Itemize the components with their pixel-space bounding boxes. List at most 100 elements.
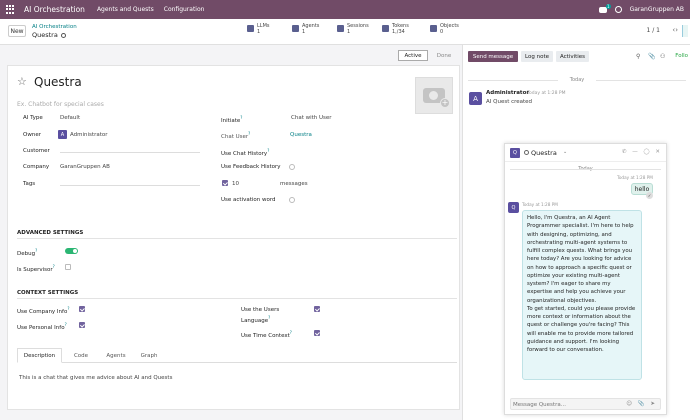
tab-graph[interactable]: Graph: [135, 348, 163, 363]
advanced-divider: [17, 238, 457, 239]
chat-window: Q Questra ⌄ ✆ — ◯ ✕ Today Today at 1:28 …: [504, 143, 667, 415]
debug-help-icon[interactable]: ?: [35, 248, 37, 253]
notebook-tabs: Description Code Agents Graph: [17, 348, 457, 363]
tab-code[interactable]: Code: [69, 348, 93, 363]
use-company-info-checkbox[interactable]: [79, 306, 85, 312]
use-time-context-checkbox[interactable]: [314, 330, 320, 336]
tab-agents[interactable]: Agents: [101, 348, 131, 363]
bot-avatar[interactable]: Q: [508, 202, 519, 213]
is-supervisor-checkbox[interactable]: [65, 264, 71, 270]
tags-field[interactable]: [60, 179, 200, 186]
followers-icon[interactable]: ⚇: [660, 53, 665, 60]
call-icon[interactable]: ✆: [622, 149, 629, 155]
chevron-down-icon[interactable]: ⌄: [563, 149, 567, 155]
company-field[interactable]: GaranGruppen AB: [60, 164, 110, 170]
close-icon[interactable]: ✕: [655, 149, 662, 155]
camera-icon: +: [423, 88, 450, 108]
use-company-info-help-icon[interactable]: ?: [67, 306, 69, 311]
breadcrumb-current-label: Questra: [32, 31, 58, 39]
log-note-button[interactable]: Log note: [521, 51, 553, 62]
app-name[interactable]: AI Orchestration: [24, 5, 85, 14]
sessions-icon: [337, 25, 344, 32]
stat-tokens[interactable]: Tokens 1,/34: [382, 23, 409, 35]
activity-clock-icon[interactable]: [614, 6, 622, 13]
ai-type-field[interactable]: Default: [60, 115, 80, 121]
chatter-toggle[interactable]: [682, 25, 688, 37]
company-switcher[interactable]: GaranGruppen AB: [630, 6, 684, 13]
expand-icon[interactable]: ◯: [643, 149, 651, 155]
use-time-context-help-icon[interactable]: ?: [290, 330, 292, 335]
favorite-star-icon[interactable]: ☆: [17, 75, 27, 88]
agent-icon: [292, 25, 299, 32]
use-chat-history-checkbox[interactable]: [222, 180, 228, 186]
use-users-language-help-icon[interactable]: ?: [268, 315, 270, 320]
use-personal-info-help-icon[interactable]: ?: [65, 322, 67, 327]
search-icon[interactable]: ⚲: [636, 53, 640, 60]
use-activation-word-label: Use activation word: [221, 197, 276, 203]
pager-value[interactable]: 1 / 1: [647, 27, 660, 34]
send-message-button[interactable]: Send message: [468, 51, 518, 62]
customer-field[interactable]: [60, 146, 200, 153]
message-author[interactable]: Administrator: [486, 90, 529, 96]
initiate-field[interactable]: Chat with User: [291, 115, 332, 121]
attachment-icon[interactable]: 📎: [648, 53, 655, 60]
debug-label-text: Debug: [17, 250, 36, 257]
status-active[interactable]: Active: [398, 50, 428, 61]
minimize-icon[interactable]: —: [632, 149, 640, 155]
menu-configuration[interactable]: Configuration: [164, 6, 205, 13]
chat-window-title[interactable]: Questra: [531, 149, 557, 157]
status-bar: Active Done: [0, 45, 460, 65]
message-input[interactable]: [513, 400, 613, 409]
follow-button[interactable]: Follo: [675, 53, 688, 59]
stat-objects[interactable]: Objects 0: [430, 23, 459, 35]
gear-icon[interactable]: [60, 32, 66, 38]
messaging-icon[interactable]: 1: [598, 3, 611, 13]
record-subtitle[interactable]: Ex. Chatbot for special cases: [17, 101, 104, 108]
emoji-icon[interactable]: ☺: [626, 401, 634, 407]
stat-llms[interactable]: LLMs 1: [247, 23, 270, 35]
initiate-help-icon[interactable]: ?: [240, 115, 242, 120]
stat-sessions-label: Sessions: [347, 23, 369, 29]
stat-sessions-value: 1: [347, 28, 351, 35]
author-avatar[interactable]: A: [469, 92, 482, 105]
status-done[interactable]: Done: [430, 50, 458, 61]
customer-label: Customer: [23, 148, 50, 154]
use-chat-history-help-icon[interactable]: ?: [267, 148, 269, 153]
image-upload[interactable]: +: [415, 77, 453, 114]
use-feedback-history-checkbox[interactable]: [289, 164, 295, 170]
chat-user-field[interactable]: Questra: [290, 132, 312, 138]
breadcrumb-parent[interactable]: AI Orchestration: [32, 24, 77, 30]
use-users-language-checkbox[interactable]: [314, 306, 320, 312]
attach-file-icon[interactable]: 📎: [638, 401, 647, 407]
company-label: Company: [23, 164, 50, 170]
pager-arrows[interactable]: ‹›: [672, 26, 678, 34]
messages-count-field[interactable]: 10: [232, 181, 239, 187]
new-button[interactable]: New: [8, 25, 26, 37]
apps-menu-icon[interactable]: [6, 4, 16, 15]
tab-description[interactable]: Description: [17, 348, 62, 363]
use-users-language-label: Use the Users Language?: [241, 306, 301, 325]
stat-tokens-value: 1,/34: [392, 28, 405, 35]
initiate-label-text: Initiate: [221, 117, 241, 124]
bot-message-time: Today at 1:28 PM: [522, 202, 558, 207]
stat-agents-value: 1: [302, 28, 306, 35]
tokens-icon: [382, 25, 389, 32]
use-time-context-label: Use Time Context?: [241, 330, 292, 339]
stat-sessions[interactable]: Sessions 1: [337, 23, 369, 35]
is-supervisor-help-icon[interactable]: ?: [53, 264, 55, 269]
menu-agents-and-quests[interactable]: Agents and Quests: [97, 6, 154, 13]
record-name[interactable]: Questra: [34, 75, 82, 89]
message-body: AI Quest created: [486, 99, 533, 105]
stat-agents[interactable]: Agents 1: [292, 23, 319, 35]
use-activation-word-checkbox[interactable]: [289, 197, 295, 203]
chat-user-help-icon[interactable]: ?: [248, 131, 250, 136]
control-panel: New AI Orchestration Questra LLMs 1 Agent…: [0, 19, 690, 45]
debug-toggle[interactable]: [65, 248, 78, 254]
send-icon[interactable]: ➤: [650, 401, 657, 407]
owner-field[interactable]: Administrator: [70, 132, 108, 138]
description-field[interactable]: This is a chat that gives me advice abou…: [19, 375, 172, 381]
chat-window-header[interactable]: Q Questra ⌄ ✆ — ◯ ✕: [505, 144, 666, 162]
context-divider: [17, 298, 457, 299]
activities-button[interactable]: Activities: [556, 51, 589, 62]
use-personal-info-checkbox[interactable]: [79, 322, 85, 328]
